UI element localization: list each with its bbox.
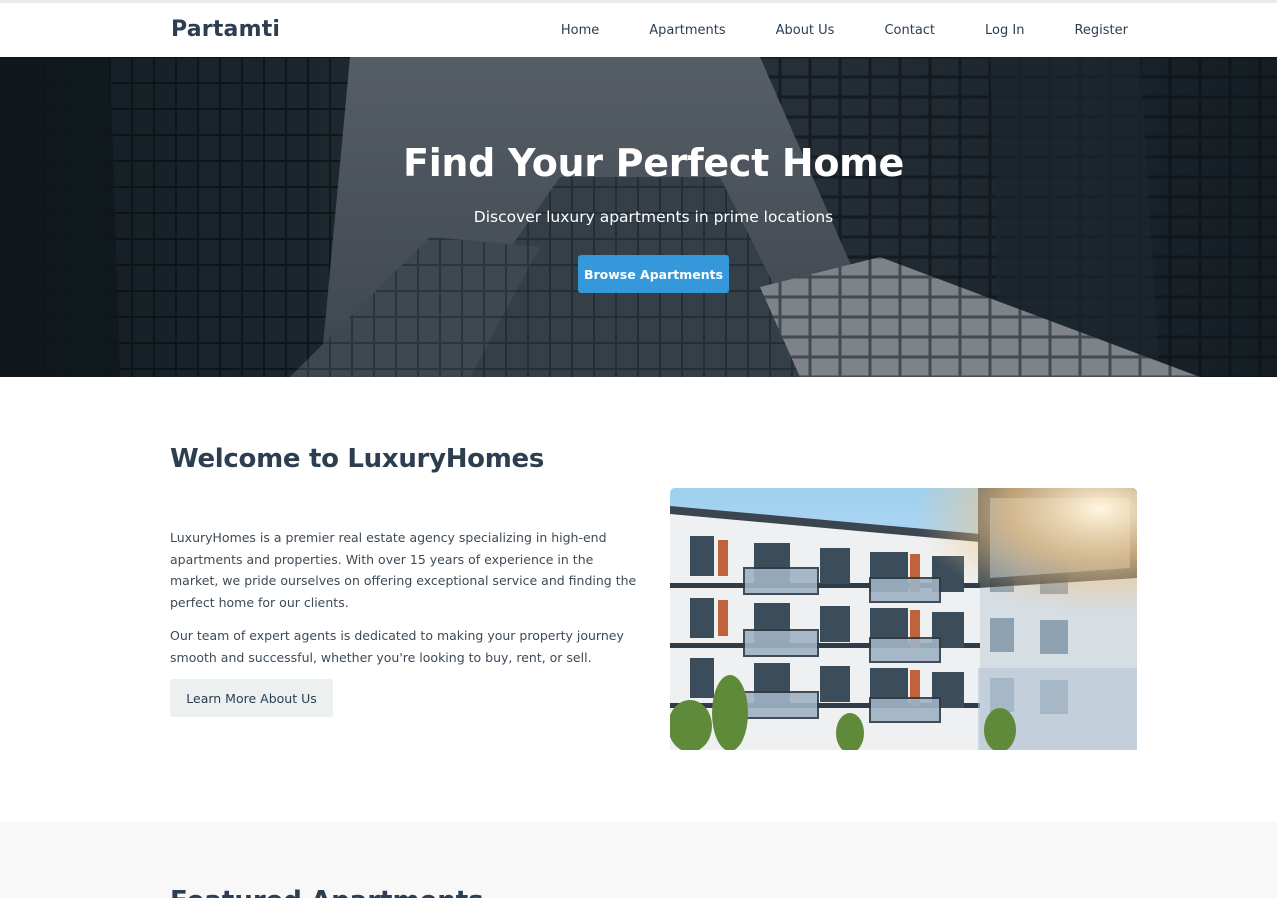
navbar: Partamti Home Apartments About Us Contac…: [0, 3, 1277, 57]
welcome-paragraph-2: Our team of expert agents is dedicated t…: [170, 628, 624, 665]
hero-section: Find Your Perfect Home Discover luxury a…: [0, 57, 1277, 377]
brand-logo[interactable]: Partamti: [171, 17, 280, 42]
learn-more-button[interactable]: Learn More About Us: [170, 679, 333, 717]
hero-title: Find Your Perfect Home: [403, 141, 904, 185]
hero-subtitle: Discover luxury apartments in prime loca…: [473, 208, 834, 226]
nav-contact[interactable]: Contact: [859, 23, 960, 38]
nav-about-us[interactable]: About Us: [751, 23, 860, 38]
featured-section: Featured Apartments: [0, 822, 1277, 898]
nav-links: Home Apartments About Us Contact Log In …: [536, 3, 1128, 57]
nav-log-in[interactable]: Log In: [960, 23, 1049, 38]
nav-register[interactable]: Register: [1049, 23, 1128, 38]
apartment-building-image: [670, 488, 1137, 750]
browse-apartments-button[interactable]: Browse Apartments: [578, 255, 729, 293]
nav-apartments[interactable]: Apartments: [624, 23, 750, 38]
hero-content: Find Your Perfect Home Discover luxury a…: [0, 57, 1277, 377]
welcome-paragraph-1: LuxuryHomes is a premier real estate age…: [170, 530, 637, 610]
nav-home[interactable]: Home: [536, 23, 624, 38]
welcome-title: Welcome to LuxuryHomes: [170, 444, 545, 474]
featured-title: Featured Apartments: [170, 886, 484, 898]
